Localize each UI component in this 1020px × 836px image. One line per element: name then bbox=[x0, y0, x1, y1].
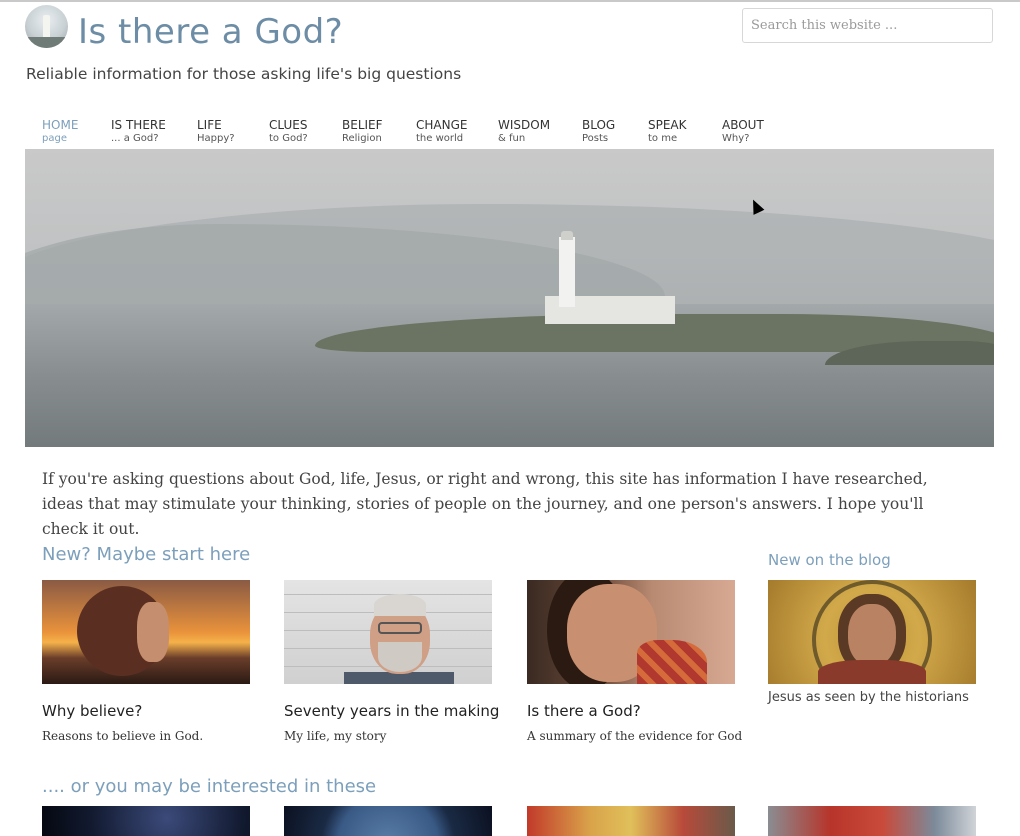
nav-item-sublabel: to me bbox=[648, 133, 678, 144]
intro-paragraph: If you're asking questions about God, li… bbox=[42, 470, 928, 538]
more-thumbnail-earth[interactable] bbox=[284, 806, 492, 836]
nav-item-label: SPEAK bbox=[648, 118, 687, 132]
nav-item-sublabel: the world bbox=[416, 133, 464, 144]
card-is-there-a-god: Is there a God? A summary of the evidenc… bbox=[527, 580, 742, 743]
nav-item-label: CLUES bbox=[269, 118, 308, 132]
card-thumbnail[interactable] bbox=[42, 580, 250, 684]
nav-item-is-there[interactable]: IS THERE ... a God? bbox=[111, 118, 166, 145]
nav-item-life[interactable]: LIFE Happy? bbox=[197, 118, 235, 145]
site-tagline: Reliable information for those asking li… bbox=[26, 65, 462, 83]
nav-item-sublabel: ... a God? bbox=[111, 133, 159, 144]
card-title[interactable]: Seventy years in the making bbox=[284, 702, 499, 720]
card-subtitle: My life, my story bbox=[284, 729, 387, 743]
nav-item-sublabel: page bbox=[42, 133, 67, 144]
card-subtitle: Reasons to believe in God. bbox=[42, 729, 204, 743]
top-border bbox=[0, 0, 1020, 2]
nav-item-label: ABOUT bbox=[722, 118, 764, 132]
search-input[interactable] bbox=[742, 8, 993, 43]
blog-post-card: Jesus as seen by the historians bbox=[768, 580, 976, 705]
nav-item-sublabel: to God? bbox=[269, 133, 308, 144]
nav-item-wisdom[interactable]: WISDOM & fun bbox=[498, 118, 550, 145]
more-thumbnail-people[interactable] bbox=[768, 806, 976, 836]
blog-thumbnail[interactable] bbox=[768, 580, 976, 684]
card-subtitle: A summary of the evidence for God bbox=[527, 729, 743, 743]
nav-item-sublabel: Posts bbox=[582, 133, 609, 144]
start-here-heading: New? Maybe start here bbox=[42, 544, 251, 565]
nav-item-clues[interactable]: CLUES to God? bbox=[269, 118, 308, 145]
more-thumbnail-crowd[interactable] bbox=[527, 806, 735, 836]
main-navigation: HOME page IS THERE ... a God? LIFE Happy… bbox=[25, 112, 994, 148]
nav-item-label: WISDOM bbox=[498, 118, 551, 132]
nav-item-sublabel: Why? bbox=[722, 133, 750, 144]
card-thumbnail[interactable] bbox=[284, 580, 492, 684]
more-heading: .... or you may be interested in these bbox=[42, 776, 377, 797]
nav-item-sublabel: Happy? bbox=[197, 133, 235, 144]
lighthouse-logo-icon[interactable] bbox=[25, 5, 68, 48]
card-seventy-years: Seventy years in the making My life, my … bbox=[284, 580, 499, 743]
card-why-believe: Why believe? Reasons to believe in God. bbox=[42, 580, 250, 743]
nav-item-label: HOME bbox=[42, 118, 79, 132]
blog-heading: New on the blog bbox=[768, 551, 891, 569]
nav-item-change[interactable]: CHANGE the world bbox=[416, 118, 467, 145]
nav-item-label: BLOG bbox=[582, 118, 616, 132]
nav-item-speak[interactable]: SPEAK to me bbox=[648, 118, 687, 145]
card-thumbnail[interactable] bbox=[527, 580, 735, 684]
hero-lighthouse-image bbox=[25, 149, 994, 447]
more-thumbnail-space[interactable] bbox=[42, 806, 250, 836]
nav-item-label: CHANGE bbox=[416, 118, 468, 132]
card-title[interactable]: Is there a God? bbox=[527, 702, 641, 720]
blog-post-title[interactable]: Jesus as seen by the historians bbox=[768, 690, 969, 705]
card-title[interactable]: Why believe? bbox=[42, 702, 142, 720]
nav-item-blog[interactable]: BLOG Posts bbox=[582, 118, 615, 145]
nav-item-label: IS THERE bbox=[111, 118, 166, 132]
nav-item-sublabel: & fun bbox=[498, 133, 526, 144]
site-title[interactable]: Is there a God? bbox=[78, 12, 343, 52]
nav-item-label: LIFE bbox=[197, 118, 222, 132]
nav-item-home[interactable]: HOME page bbox=[42, 118, 78, 145]
nav-item-label: BELIEF bbox=[342, 118, 383, 132]
nav-item-belief[interactable]: BELIEF Religion bbox=[342, 118, 383, 145]
nav-item-about[interactable]: ABOUT Why? bbox=[722, 118, 764, 145]
nav-item-sublabel: Religion bbox=[342, 133, 382, 144]
